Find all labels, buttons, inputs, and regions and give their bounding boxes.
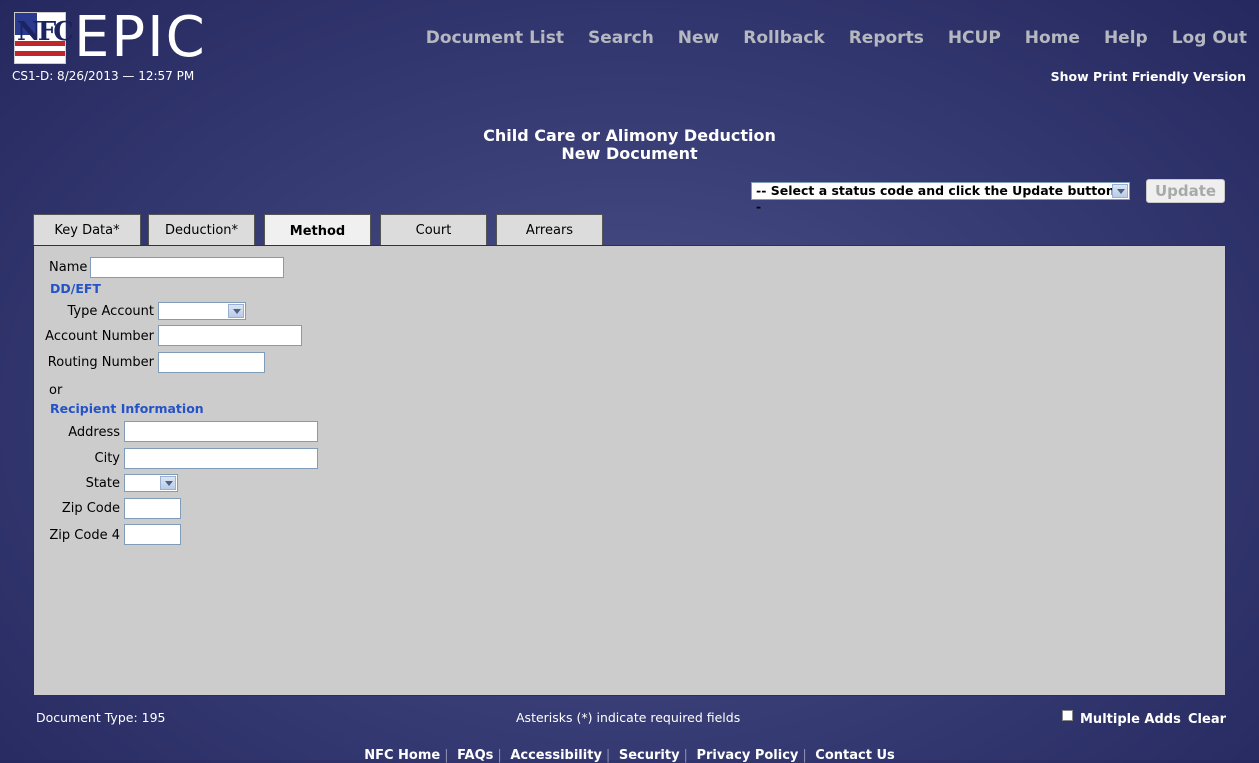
tab-arrears[interactable]: Arrears (496, 214, 603, 245)
zip-code-input[interactable] (124, 498, 181, 519)
recipient-heading: Recipient Information (50, 401, 204, 416)
footer-link-contact-us[interactable]: Contact Us (815, 748, 894, 763)
zip-code-4-input[interactable] (124, 524, 181, 545)
multiple-adds-checkbox[interactable] (1062, 710, 1073, 721)
account-number-input[interactable] (158, 325, 302, 346)
footer-link-faqs[interactable]: FAQs (457, 748, 493, 763)
method-panel: Name DD/EFT Type Account Account Number … (33, 245, 1226, 696)
session-info: CS1-D: 8/26/2013 — 12:57 PM (12, 69, 195, 83)
routing-number-input[interactable] (158, 352, 265, 373)
footer-link-security[interactable]: Security (619, 748, 680, 763)
tab-court[interactable]: Court (380, 214, 487, 245)
city-input[interactable] (124, 448, 318, 469)
footer-link-nfc-home[interactable]: NFC Home (364, 748, 440, 763)
nav-document-list[interactable]: Document List (426, 28, 564, 48)
footer-links: NFC Home | FAQs | Accessibility | Security |… (364, 748, 895, 763)
page-title: Child Care or Alimony Deduction New Docu… (0, 127, 1259, 163)
tab-method[interactable]: Method (264, 214, 371, 246)
chevron-down-icon[interactable] (160, 476, 176, 490)
city-label: City (94, 451, 120, 466)
state-select[interactable] (124, 474, 178, 492)
type-account-label: Type Account (67, 304, 154, 319)
update-button[interactable]: Update (1146, 179, 1225, 203)
clear-link[interactable]: Clear (1188, 712, 1226, 727)
page-title-line1: Child Care or Alimony Deduction (483, 126, 776, 145)
zip-code-label: Zip Code (61, 501, 120, 516)
nav-new[interactable]: New (678, 28, 719, 48)
nav-help[interactable]: Help (1104, 28, 1148, 48)
type-account-select[interactable] (158, 302, 246, 320)
footer-link-accessibility[interactable]: Accessibility (510, 748, 602, 763)
page-title-line2: New Document (561, 144, 698, 163)
account-number-label: Account Number (45, 329, 154, 344)
logo-text: EPIC (74, 5, 207, 70)
name-label: Name (49, 260, 88, 275)
multiple-adds-label: Multiple Adds (1080, 712, 1181, 727)
tab-key-data[interactable]: Key Data* (33, 214, 141, 245)
routing-number-label: Routing Number (47, 355, 154, 370)
epic-logo: NFC EPIC (14, 5, 207, 70)
status-code-select[interactable]: -- Select a status code and click the Up… (751, 182, 1130, 214)
nav-rollback[interactable]: Rollback (743, 28, 824, 48)
required-fields-note: Asterisks (*) indicate required fields (516, 710, 741, 725)
state-label: State (85, 476, 120, 491)
top-nav: Document List Search New Rollback Report… (426, 28, 1247, 48)
chevron-down-icon[interactable] (228, 304, 244, 318)
address-input[interactable] (124, 421, 318, 442)
zip-code-4-label: Zip Code 4 (49, 528, 120, 543)
nav-log-out[interactable]: Log Out (1172, 28, 1247, 48)
ddeft-heading: DD/EFT (50, 281, 101, 296)
nfc-logo-icon: NFC (14, 12, 74, 64)
status-code-selected: -- Select a status code and click the Up… (756, 183, 1125, 214)
address-label: Address (68, 425, 120, 440)
print-friendly-link[interactable]: Show Print Friendly Version (1051, 69, 1246, 84)
footer-link-privacy-policy[interactable]: Privacy Policy (696, 748, 798, 763)
nav-home[interactable]: Home (1025, 28, 1080, 48)
nav-search[interactable]: Search (588, 28, 654, 48)
tab-deduction[interactable]: Deduction* (148, 214, 255, 245)
chevron-down-icon[interactable] (1112, 184, 1128, 198)
or-text: or (49, 383, 63, 398)
name-input[interactable] (90, 257, 284, 278)
nav-hcup[interactable]: HCUP (948, 28, 1001, 48)
nav-reports[interactable]: Reports (849, 28, 924, 48)
document-type: Document Type: 195 (36, 710, 166, 725)
